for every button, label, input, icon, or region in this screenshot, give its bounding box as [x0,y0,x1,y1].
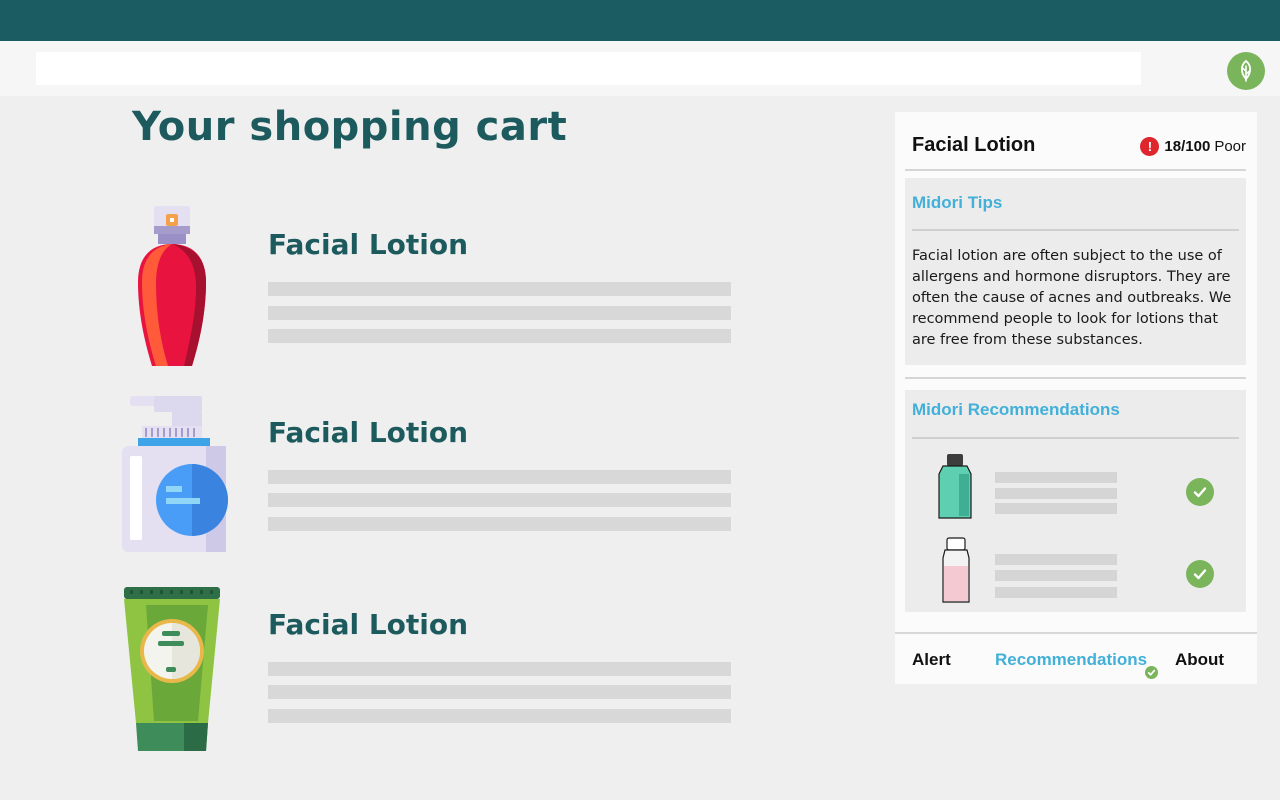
midori-extension-button[interactable] [1227,52,1265,90]
tab-recommendations[interactable]: Recommendations [995,650,1147,670]
exclamation-icon: ! [1140,137,1160,156]
cart-item-description-placeholder [268,329,731,343]
leaf-icon [1240,59,1252,82]
cart-item-description-placeholder [268,685,731,699]
cart-item-description-placeholder [268,709,731,723]
browser-title-bar [0,0,1280,41]
cart-item-description-placeholder [268,306,731,320]
recommendation-item[interactable] [905,536,1246,612]
panel-tab-bar: Alert Recommendations About [895,632,1257,684]
pump-bottle-image [122,396,228,552]
tube-image [124,587,220,751]
cart-item-description-placeholder [268,517,731,531]
tab-about[interactable]: About [1175,650,1224,670]
recommendation-placeholder [995,554,1117,565]
divider [912,437,1239,439]
cart-item-description-placeholder [268,662,731,676]
divider [912,229,1239,231]
recommendations-card: Midori Recommendations [905,390,1246,612]
address-bar-input[interactable] [36,52,1141,85]
page-title: Your shopping cart [132,104,568,150]
tips-title: Midori Tips [912,193,1003,212]
check-icon [1145,666,1158,679]
cart-item-name[interactable]: Facial Lotion [268,416,468,449]
score-value: 18/100 [1164,138,1211,155]
midori-panel: Facial Lotion ! 18/100 Poor Midori Tips … [895,112,1257,684]
spray-bottle-image [138,206,206,366]
cart-item-name[interactable]: Facial Lotion [268,228,468,261]
pink-bottle-image [942,537,970,603]
cart-item-description-placeholder [268,493,731,507]
check-icon[interactable] [1186,478,1214,506]
divider [905,377,1246,379]
teal-bottle-image [938,454,972,519]
cart-item-name[interactable]: Facial Lotion [268,608,468,641]
score-rating: Poor [1214,138,1246,155]
tab-alert[interactable]: Alert [912,650,951,670]
recommendations-title: Midori Recommendations [912,400,1120,419]
recommendation-placeholder [995,488,1117,499]
divider [905,169,1246,171]
cart-item[interactable]: Facial Lotion [110,200,750,370]
tips-text: Facial lotion are often subject to the u… [912,248,1232,348]
cart-item-description-placeholder [268,282,731,296]
tips-card: Midori Tips Facial lotion are often subj… [905,178,1246,365]
recommendation-item[interactable] [905,452,1246,528]
cart-item[interactable]: Facial Lotion [110,388,750,558]
browser-toolbar [0,41,1280,96]
cart-item-description-placeholder [268,470,731,484]
recommendation-placeholder [995,587,1117,598]
recommendation-placeholder [995,472,1117,483]
recommendation-placeholder [995,503,1117,514]
cart-item[interactable]: Facial Lotion [110,585,750,755]
check-icon[interactable] [1186,560,1214,588]
recommendation-placeholder [995,570,1117,581]
panel-product-title: Facial Lotion [912,134,1036,156]
product-score: ! 18/100 Poor [1140,137,1246,156]
